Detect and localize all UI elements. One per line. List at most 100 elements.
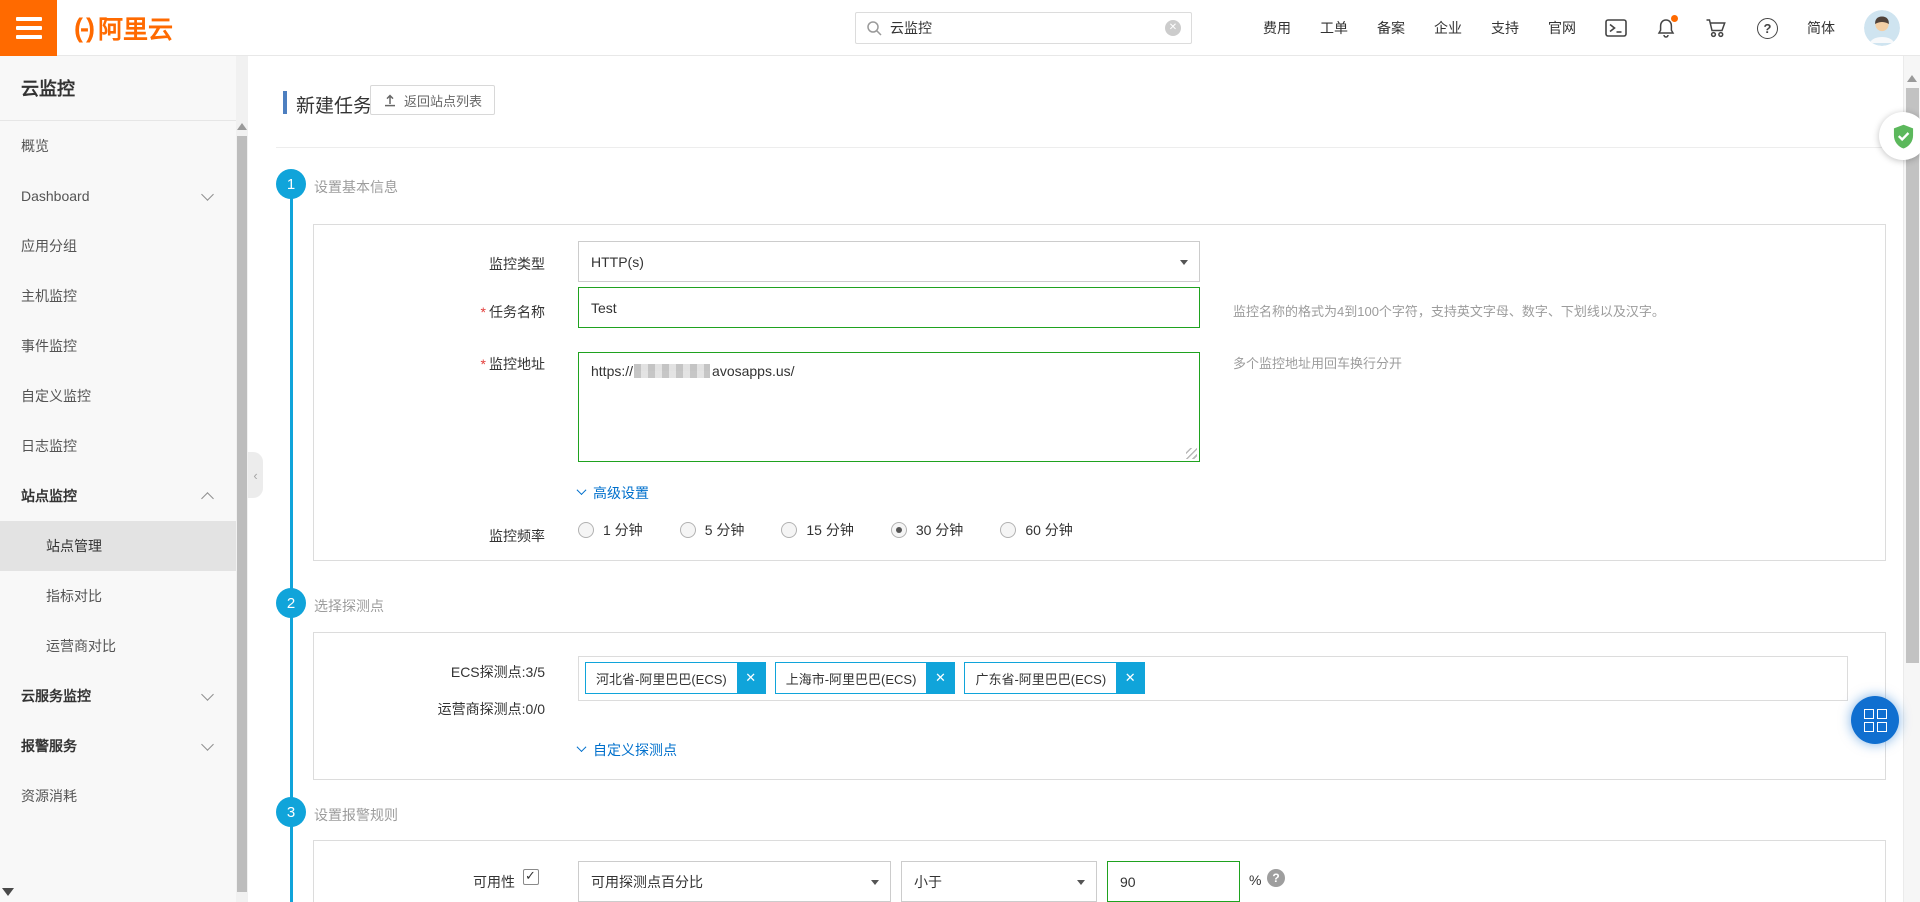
- tag-close-icon[interactable]: ✕: [737, 663, 765, 693]
- console-terminal-icon[interactable]: [1605, 19, 1627, 37]
- monitor-type-label: 监控类型: [375, 254, 545, 274]
- scroll-up-icon[interactable]: [237, 118, 247, 130]
- operator-select[interactable]: 小于: [901, 861, 1097, 902]
- frequency-radio-60min[interactable]: 60 分钟: [1000, 520, 1072, 540]
- aliyun-logo[interactable]: (-) 阿里云: [74, 0, 173, 56]
- frequency-radio-1min[interactable]: 1 分钟: [578, 520, 643, 540]
- radio-icon: [1000, 522, 1016, 538]
- back-to-site-list-button[interactable]: 返回站点列表: [370, 85, 495, 115]
- security-shield-icon[interactable]: [1879, 112, 1920, 160]
- sidebar-item-site-monitoring[interactable]: 站点监控: [0, 471, 236, 521]
- sidebar-scrollbar[interactable]: [236, 56, 248, 902]
- monitor-address-textarea[interactable]: https://avosapps.us/: [578, 352, 1200, 462]
- radio-checked-icon: [891, 522, 907, 538]
- metric-select[interactable]: 可用探测点百分比: [578, 861, 891, 902]
- nav-link-website[interactable]: 官网: [1548, 18, 1576, 38]
- sidebar-item-dashboard[interactable]: Dashboard: [0, 171, 236, 221]
- radio-icon: [680, 522, 696, 538]
- frequency-radio-group: 1 分钟 5 分钟 15 分钟 30 分钟 60 分钟: [578, 520, 1073, 540]
- task-name-label: *任务名称: [375, 302, 545, 322]
- nav-link-support[interactable]: 支持: [1491, 18, 1519, 38]
- sidebar-item-metric-comparison[interactable]: 指标对比: [0, 571, 236, 621]
- nav-link-icp[interactable]: 备案: [1377, 18, 1405, 38]
- sidebar-item-log-monitoring[interactable]: 日志监控: [0, 421, 236, 471]
- probe-tag: 河北省-阿里巴巴(ECS) ✕: [585, 662, 766, 694]
- chevron-down-icon: [577, 742, 587, 752]
- sidebar-item-overview[interactable]: 概览: [0, 121, 236, 171]
- radio-icon: [781, 522, 797, 538]
- language-switch[interactable]: 简体: [1807, 18, 1835, 38]
- monitor-type-select[interactable]: HTTP(s): [578, 241, 1200, 282]
- custom-probes-link[interactable]: 自定义探测点: [578, 740, 677, 760]
- frequency-radio-15min[interactable]: 15 分钟: [781, 520, 853, 540]
- sidebar-item-carrier-comparison[interactable]: 运营商对比: [0, 621, 236, 671]
- user-avatar[interactable]: [1864, 10, 1900, 46]
- nav-link-billing[interactable]: 费用: [1263, 18, 1291, 38]
- monitor-address-hint: 多个监控地址用回车换行分开: [1233, 353, 1402, 372]
- availability-checkbox[interactable]: [523, 869, 539, 885]
- availability-label: 可用性: [355, 872, 515, 892]
- page-title-accent-bar: [283, 91, 287, 114]
- step1-title: 设置基本信息: [314, 177, 398, 197]
- required-asterisk: *: [481, 356, 486, 372]
- notifications-bell-icon[interactable]: [1656, 18, 1676, 39]
- probe-tags-container[interactable]: 河北省-阿里巴巴(ECS) ✕ 上海市-阿里巴巴(ECS) ✕ 广东省-阿里巴巴…: [578, 656, 1848, 701]
- tag-close-icon[interactable]: ✕: [1116, 663, 1144, 693]
- sidebar-item-app-groups[interactable]: 应用分组: [0, 221, 236, 271]
- step3-title: 设置报警规则: [314, 805, 398, 825]
- sidebar-item-host-monitoring[interactable]: 主机监控: [0, 271, 236, 321]
- sidebar-scroll-thumb[interactable]: [237, 136, 247, 892]
- main-scroll-thumb[interactable]: [1906, 88, 1919, 663]
- sidebar-title: 云监控: [0, 56, 236, 121]
- sidebar: 云监控 概览 Dashboard 应用分组 主机监控 事件监控 自定义监控 日志…: [0, 56, 236, 902]
- probe-tag: 上海市-阿里巴巴(ECS) ✕: [775, 662, 956, 694]
- main-scrollbar[interactable]: [1903, 56, 1920, 902]
- divider: [276, 147, 1886, 148]
- return-icon: [383, 93, 397, 107]
- global-search-box[interactable]: [855, 12, 1192, 44]
- help-tooltip-icon[interactable]: ?: [1267, 869, 1285, 887]
- ecs-probe-count-label: ECS探测点:3/5: [375, 662, 545, 682]
- advanced-settings-link[interactable]: 高级设置: [578, 483, 649, 503]
- scroll-down-icon[interactable]: [2, 888, 14, 902]
- chevron-down-icon: [1180, 260, 1188, 269]
- alarm-rules-panel: [313, 840, 1886, 902]
- step3-circle: 3: [276, 797, 306, 827]
- tag-close-icon[interactable]: ✕: [926, 663, 954, 693]
- chevron-down-icon: [871, 880, 879, 889]
- sidebar-item-custom-monitoring[interactable]: 自定义监控: [0, 371, 236, 421]
- percent-sign: %: [1249, 872, 1261, 888]
- probe-tag: 广东省-阿里巴巴(ECS) ✕: [964, 662, 1145, 694]
- threshold-input[interactable]: [1107, 861, 1240, 902]
- frequency-label: 监控频率: [375, 526, 545, 546]
- cart-icon[interactable]: [1705, 18, 1728, 38]
- nav-link-tickets[interactable]: 工单: [1320, 18, 1348, 38]
- header-right-cluster: 费用 工单 备案 企业 支持 官网: [1263, 0, 1900, 56]
- search-input[interactable]: [890, 20, 1165, 36]
- frequency-radio-5min[interactable]: 5 分钟: [680, 520, 745, 540]
- sidebar-collapse-handle[interactable]: ‹: [248, 452, 263, 498]
- aliyun-logo-icon: (-): [74, 13, 92, 44]
- sidebar-item-event-monitoring[interactable]: 事件监控: [0, 321, 236, 371]
- hamburger-menu-button[interactable]: [0, 0, 57, 56]
- notification-badge-dot: [1671, 15, 1678, 22]
- step2-circle: 2: [276, 588, 306, 618]
- grid-menu-button[interactable]: [1851, 696, 1899, 744]
- sidebar-item-cloud-service-monitoring[interactable]: 云服务监控: [0, 671, 236, 721]
- sidebar-item-site-management[interactable]: 站点管理: [0, 521, 236, 571]
- sidebar-item-resource-consumption[interactable]: 资源消耗: [0, 771, 236, 821]
- top-header: (-) 阿里云 费用 工单 备案 企业 支持 官网: [0, 0, 1920, 56]
- step1-circle: 1: [276, 169, 306, 199]
- probe-points-panel: [313, 632, 1886, 780]
- resize-handle[interactable]: [1186, 448, 1197, 459]
- step-connector-line: [290, 195, 293, 902]
- monitor-address-label: *监控地址: [375, 354, 545, 374]
- nav-link-enterprise[interactable]: 企业: [1434, 18, 1462, 38]
- scroll-up-icon[interactable]: [1907, 70, 1917, 82]
- chevron-down-icon: [201, 738, 214, 751]
- frequency-radio-30min[interactable]: 30 分钟: [891, 520, 963, 540]
- search-clear-icon[interactable]: [1165, 20, 1181, 36]
- sidebar-item-alarm-service[interactable]: 报警服务: [0, 721, 236, 771]
- help-icon[interactable]: ?: [1757, 18, 1778, 39]
- task-name-input[interactable]: [578, 287, 1200, 328]
